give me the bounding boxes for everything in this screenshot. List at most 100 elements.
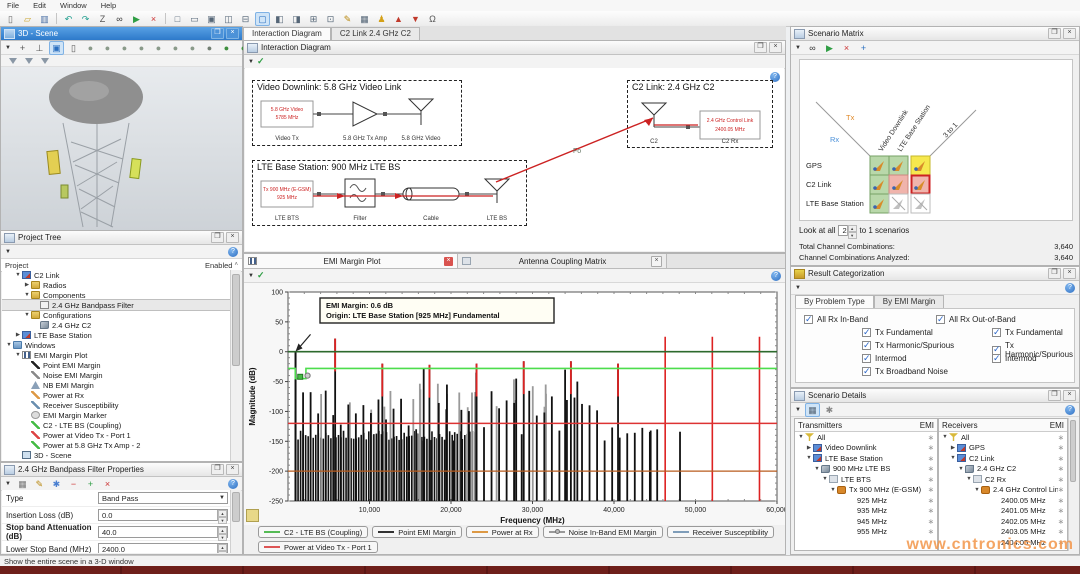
filter-symbol[interactable]	[345, 179, 375, 207]
menu-window[interactable]: Window	[53, 1, 94, 10]
receivers-tree[interactable]: ▼All∗▶GPS∗▼C2 Link∗▼2.4 GHz C2∗▼C2 Rx∗▼2…	[939, 432, 1067, 551]
value-input[interactable]: 0.0▲▼	[98, 509, 228, 521]
emi-column-header[interactable]: EMI	[920, 421, 934, 430]
tree-item-radios[interactable]: ▶Radios	[2, 280, 232, 290]
spinner[interactable]: ▲▼	[217, 527, 227, 538]
tab-antenna-coupling-matrix[interactable]: Antenna Coupling Matrix ×	[458, 254, 667, 268]
scene-3d-viewport[interactable]	[1, 67, 242, 231]
redo-button[interactable]: ↷	[78, 12, 93, 26]
tree-item-power-at-video-tx-port-1[interactable]: Power at Video Tx - Port 1	[2, 430, 232, 440]
detail-item-gps[interactable]: ▶GPS∗	[939, 443, 1067, 454]
spinner[interactable]: ▲▼	[217, 544, 227, 554]
detail-item-c2-link[interactable]: ▼C2 Link∗	[939, 453, 1067, 464]
menu-help[interactable]: Help	[94, 1, 123, 10]
run-analysis-button[interactable]: ▶	[129, 12, 144, 26]
checkbox-intermod[interactable]: Intermod	[992, 354, 1037, 363]
video-downlink-block[interactable]: Video Downlink: 5.8 GHz Video Link 5.8 G…	[252, 80, 462, 146]
tree-item-2-4-ghz-c2[interactable]: 2.4 GHz C2	[2, 320, 232, 330]
receivers-box[interactable]: Receivers EMI ▼All∗▶GPS∗▼C2 Link∗▼2.4 GH…	[938, 418, 1068, 551]
antenna-up-button[interactable]: ▲	[391, 12, 406, 26]
lte-bts-radio[interactable]	[261, 181, 313, 207]
tree-item-noise-emi-margin[interactable]: Noise EMI Margin	[2, 370, 232, 380]
sort-icon[interactable]: ˄	[234, 262, 238, 268]
edit-pencil-button[interactable]: ✎	[32, 477, 47, 491]
chevron-down-icon[interactable]: ▼	[5, 249, 11, 255]
float-icon[interactable]: ❐	[754, 42, 767, 53]
scenario-matrix-titlebar[interactable]: Scenario Matrix ❐ ×	[791, 27, 1079, 41]
float-icon[interactable]: ❐	[1048, 28, 1061, 39]
chevron-down-icon[interactable]: ▼	[795, 45, 801, 51]
tab-windows-button[interactable]: ⊟	[238, 12, 253, 26]
chevron-down-icon[interactable]: ▼	[248, 59, 254, 65]
value-input[interactable]: 40.0▲▼	[98, 526, 228, 538]
expand-button[interactable]: +	[856, 41, 871, 55]
c2-link-block[interactable]: C2 Link: 2.4 GHz C2 C2 2.4 GHz Control L…	[627, 80, 773, 148]
detail-item-all[interactable]: ▼All∗	[939, 432, 1067, 443]
help-icon[interactable]: ?	[228, 479, 238, 489]
expander-icon[interactable]: ▼	[5, 342, 13, 348]
emi-column-header[interactable]: EMI	[1050, 421, 1064, 430]
video-antenna-symbol[interactable]	[409, 99, 433, 111]
save-file-button[interactable]: ▥	[37, 12, 52, 26]
menu-edit[interactable]: Edit	[26, 1, 53, 10]
float-icon[interactable]: ❐	[211, 464, 224, 475]
menu-file[interactable]: File	[0, 1, 26, 10]
run-button[interactable]: ▶	[822, 41, 837, 55]
new-file-button[interactable]: ▯	[3, 12, 18, 26]
detail-item-925-mhz[interactable]: 925 MHz∗	[795, 495, 937, 506]
transmitters-tree[interactable]: ▼All∗▶Video Downlink∗▼LTE Base Station∗▼…	[795, 432, 937, 537]
close-icon[interactable]: ×	[1063, 28, 1076, 39]
window-min-button[interactable]: ▭	[187, 12, 202, 26]
open-file-button[interactable]: ▱	[20, 12, 35, 26]
highlight-button[interactable]: ✱	[49, 477, 64, 491]
detail-item-2-4-ghz-c2[interactable]: ▼2.4 GHz C2∗	[939, 464, 1067, 475]
pin-icon[interactable]	[246, 509, 259, 522]
project-tree-scrollbar[interactable]	[230, 270, 241, 461]
tree-item-point-emi-margin[interactable]: Point EMI Margin	[2, 360, 232, 370]
tree-item-windows[interactable]: ▼Windows	[2, 340, 232, 350]
user-button[interactable]: ♟	[374, 12, 389, 26]
dock-view-button[interactable]: ⊡	[323, 12, 338, 26]
checkbox-all-rx-in-band[interactable]: All Rx In-Band	[804, 315, 868, 324]
detail-item-2400-05-mhz[interactable]: 2400.05 MHz∗	[939, 495, 1067, 506]
receivers-scrollbar[interactable]	[1068, 418, 1077, 551]
tree-item-emi-margin-plot[interactable]: ▼EMI Margin Plot	[2, 350, 232, 360]
value-input[interactable]: 2400.0▲▼	[98, 543, 228, 553]
cascade-windows-button[interactable]: ▣	[204, 12, 219, 26]
close-icon[interactable]: ×	[226, 28, 239, 39]
project-tree-list[interactable]: ▼C2 Link▶Radios▼Components2.4 GHz Bandpa…	[2, 270, 232, 461]
lte-antenna-symbol[interactable]	[485, 179, 509, 191]
tx-amp-symbol[interactable]	[353, 102, 377, 126]
expander-icon[interactable]: ▶	[14, 332, 22, 338]
balance-button[interactable]: Ω	[425, 12, 440, 26]
float-icon[interactable]: ❐	[211, 28, 224, 39]
fit-view-button[interactable]: ▣	[49, 41, 64, 55]
close-icon[interactable]: ×	[1063, 390, 1076, 401]
find-button[interactable]: ∞	[112, 12, 127, 26]
expander-icon[interactable]: ▶	[23, 282, 31, 288]
chevron-down-icon[interactable]: ▼	[219, 495, 225, 501]
interaction-titlebar[interactable]: Interaction Diagram ❐ ×	[244, 41, 785, 55]
tree-item-power-at-rx[interactable]: Power at Rx	[2, 390, 232, 400]
view-8-button[interactable]: ●	[202, 41, 217, 55]
antenna-tool-icon[interactable]	[9, 58, 17, 64]
checkbox-tx-fundamental[interactable]: Tx Fundamental	[992, 328, 1063, 337]
detail-item-2-4-ghz-control-link[interactable]: ▼2.4 GHz Control Link∗	[939, 485, 1067, 496]
video-tx-radio[interactable]	[261, 101, 313, 127]
tree-item-lte-base-station[interactable]: ▶LTE Base Station	[2, 330, 232, 340]
scene-3d-titlebar[interactable]: 3D - Scene ❐ ×	[1, 27, 242, 41]
emi-margin-plot[interactable]: 100500-50-100-150-200-25010,00020,00030,…	[244, 283, 785, 525]
tab-interaction-diagram[interactable]: Interaction Diagram	[243, 27, 331, 40]
close-icon[interactable]: ×	[1063, 268, 1076, 279]
view-2-button[interactable]: ●	[100, 41, 115, 55]
help-icon[interactable]: ?	[1065, 283, 1075, 293]
checkbox-all-rx-out-of-band[interactable]: All Rx Out-of-Band	[936, 315, 1016, 324]
result-categorization-titlebar[interactable]: Result Categorization ❐ ×	[791, 267, 1079, 281]
help-icon[interactable]: ?	[771, 271, 781, 281]
float-icon[interactable]: ❐	[211, 232, 224, 243]
pan-button[interactable]: +	[15, 41, 30, 55]
cancel-button[interactable]: ×	[839, 41, 854, 55]
lte-base-station-block[interactable]: LTE Base Station: 900 MHz LTE BS Tx 900 …	[252, 160, 527, 226]
detail-item-2402-05-mhz[interactable]: 2402.05 MHz∗	[939, 516, 1067, 527]
close-icon[interactable]: ×	[226, 232, 239, 243]
